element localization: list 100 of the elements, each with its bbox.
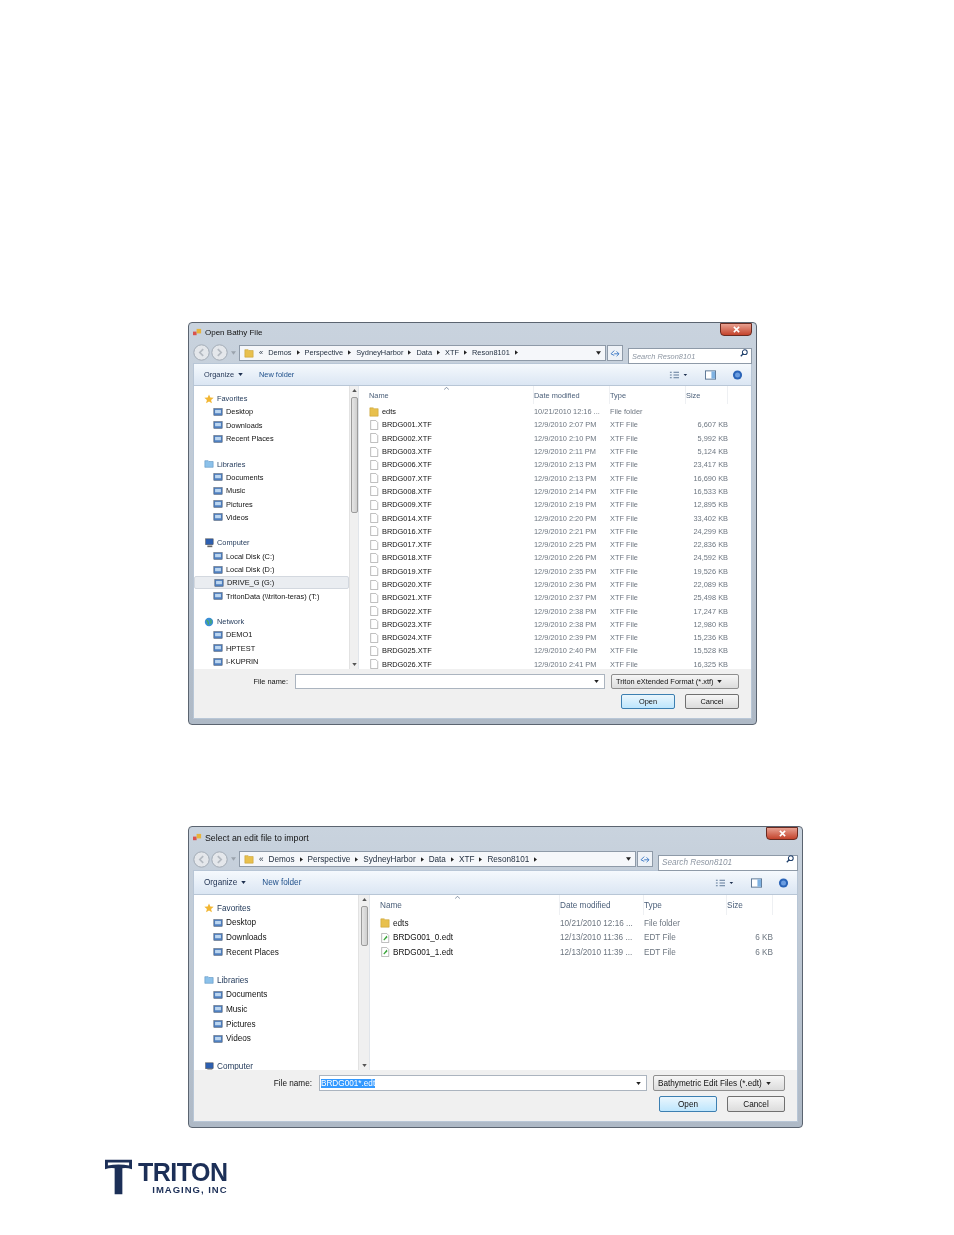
list-item-icon bbox=[213, 564, 223, 575]
refresh-button[interactable] bbox=[637, 851, 653, 867]
date-modified: 12/13/2010 11:39 ... bbox=[560, 948, 634, 957]
search-field[interactable]: Search Reson8101 bbox=[658, 854, 798, 871]
chevron-icon[interactable] bbox=[450, 856, 454, 862]
navigation-group[interactable]: Favorites bbox=[194, 901, 358, 916]
scrollbar-thumb[interactable] bbox=[360, 906, 368, 946]
document-icon bbox=[369, 632, 379, 643]
dropdown-caret-icon[interactable] bbox=[626, 857, 631, 861]
view-options-icon[interactable] bbox=[669, 369, 689, 380]
list-item-icon bbox=[214, 577, 224, 588]
breadcrumb-item[interactable]: XTF bbox=[458, 854, 475, 864]
document-icon bbox=[369, 499, 379, 510]
refresh-icon[interactable] bbox=[640, 855, 650, 863]
close-icon[interactable] bbox=[731, 326, 741, 333]
column-header[interactable]: Date modified bbox=[560, 895, 644, 915]
scroll-up-icon[interactable] bbox=[361, 898, 367, 901]
breadcrumb-item[interactable]: Perspective bbox=[307, 854, 351, 864]
scroll-down-icon[interactable] bbox=[361, 1064, 367, 1067]
refresh-button[interactable] bbox=[607, 344, 623, 361]
document-icon bbox=[369, 606, 379, 617]
breadcrumb-item[interactable]: Data bbox=[428, 854, 446, 864]
chevron-icon[interactable] bbox=[420, 856, 424, 862]
column-header[interactable]: Size bbox=[727, 895, 773, 915]
navigation-group[interactable]: Computer bbox=[194, 1059, 358, 1075]
navigation-item[interactable]: Documents bbox=[194, 987, 358, 1003]
help-icon[interactable] bbox=[778, 877, 789, 888]
folder-icon bbox=[204, 459, 214, 470]
open-button[interactable]: Open bbox=[659, 1096, 717, 1112]
dropdown-caret-icon[interactable] bbox=[717, 680, 723, 683]
file-name[interactable]: BRDG001_0.edt bbox=[393, 933, 454, 943]
list-item-icon bbox=[213, 656, 223, 667]
chevron-icon[interactable] bbox=[437, 350, 441, 355]
preview-pane-icon[interactable] bbox=[705, 369, 716, 380]
list-item-icon bbox=[213, 989, 223, 1000]
list-item-icon bbox=[213, 1019, 223, 1030]
star-icon bbox=[204, 903, 214, 914]
chevron-icon[interactable] bbox=[479, 856, 483, 862]
chevron-icon[interactable] bbox=[408, 350, 412, 355]
search-icon[interactable] bbox=[740, 348, 748, 357]
close-button[interactable] bbox=[720, 323, 752, 336]
breadcrumb-item[interactable]: SydneyHarbor bbox=[363, 854, 416, 864]
list-item-icon bbox=[213, 630, 223, 640]
chevron-icon[interactable] bbox=[355, 856, 359, 862]
dropdown-caret-icon[interactable] bbox=[765, 1081, 771, 1085]
navigation-item[interactable]: Music bbox=[194, 1002, 358, 1017]
scroll-up-icon[interactable] bbox=[351, 389, 357, 392]
chevron-icon[interactable] bbox=[348, 350, 352, 355]
close-button[interactable] bbox=[766, 827, 798, 840]
scroll-down-icon[interactable] bbox=[351, 663, 357, 666]
dropdown-caret-icon[interactable] bbox=[636, 1081, 641, 1085]
chevron-icon[interactable] bbox=[296, 350, 300, 355]
list-item-icon bbox=[213, 406, 223, 417]
new-folder-button[interactable]: New folder bbox=[262, 878, 302, 887]
file-type-dropdown[interactable]: Bathymetric Edit Files (*.edt) bbox=[653, 1075, 785, 1091]
sort-caret-icon bbox=[444, 387, 449, 390]
caret-icon[interactable] bbox=[241, 881, 247, 884]
sort-caret-icon bbox=[455, 896, 460, 899]
document-icon bbox=[369, 433, 379, 444]
chevron-icon[interactable] bbox=[514, 350, 518, 355]
column-header[interactable]: Type bbox=[644, 895, 727, 915]
logo-tagline: IMAGING, INC bbox=[152, 1183, 228, 1195]
navigation-item[interactable]: Recent Places bbox=[194, 944, 358, 960]
help-icon[interactable] bbox=[732, 369, 743, 380]
address-bar[interactable]: « Demos Perspective SydneyHarbor Data XTF Reson8101 bbox=[239, 851, 636, 867]
document-icon bbox=[380, 947, 390, 958]
cancel-button[interactable]: Cancel bbox=[727, 1096, 785, 1112]
document-icon bbox=[369, 539, 379, 550]
navigation-item[interactable]: Pictures bbox=[194, 1016, 358, 1032]
navigation-item[interactable]: Downloads bbox=[194, 930, 358, 945]
file-name[interactable]: edts bbox=[393, 918, 409, 928]
chevron-icon[interactable] bbox=[299, 856, 303, 862]
navigation-item[interactable]: Desktop bbox=[194, 915, 358, 931]
dropdown-caret-icon[interactable] bbox=[596, 350, 601, 355]
navigation-item[interactable]: Videos bbox=[194, 1031, 358, 1046]
breadcrumb-item[interactable]: Demos bbox=[268, 854, 295, 864]
column-header[interactable]: Name bbox=[380, 895, 560, 915]
caret-icon[interactable] bbox=[238, 373, 243, 376]
search-icon[interactable] bbox=[786, 855, 794, 863]
dropdown-caret-icon[interactable] bbox=[594, 680, 599, 683]
list-item-icon bbox=[213, 472, 223, 483]
navigation-group[interactable]: Libraries bbox=[194, 972, 358, 988]
monitor-icon bbox=[204, 537, 214, 548]
scrollbar[interactable] bbox=[358, 895, 369, 1070]
close-icon[interactable] bbox=[777, 830, 787, 837]
breadcrumb-item[interactable]: Reson8101 bbox=[487, 854, 530, 864]
view-options-icon[interactable] bbox=[715, 877, 735, 888]
chevron-icon[interactable] bbox=[464, 350, 467, 355]
organize-button[interactable]: Organize bbox=[204, 878, 247, 887]
breadcrumb-overflow[interactable]: « bbox=[259, 854, 264, 864]
scrollbar-thumb[interactable] bbox=[350, 397, 358, 514]
document-icon bbox=[369, 526, 379, 537]
file-name[interactable]: BRDG001_1.edt bbox=[393, 948, 454, 957]
chevron-icon[interactable] bbox=[534, 856, 538, 862]
refresh-icon[interactable] bbox=[610, 348, 620, 357]
document-icon bbox=[369, 579, 379, 590]
scrollbar[interactable] bbox=[349, 386, 358, 669]
folder-icon bbox=[244, 854, 254, 864]
preview-pane-icon[interactable] bbox=[751, 877, 762, 888]
file-name-field[interactable] bbox=[295, 674, 605, 689]
